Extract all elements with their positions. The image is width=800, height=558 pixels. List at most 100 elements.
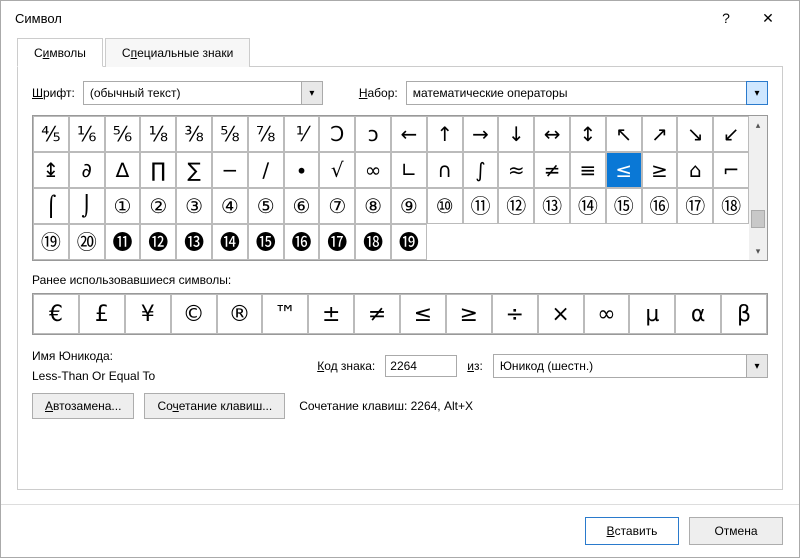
symbol-cell[interactable]: ≠ <box>534 152 570 188</box>
symbol-cell[interactable]: ∏ <box>140 152 176 188</box>
grid-scrollbar[interactable]: ▴ ▾ <box>749 116 767 260</box>
symbol-cell[interactable]: ① <box>105 188 141 224</box>
recent-symbol-cell[interactable]: α <box>675 294 721 334</box>
tab-symbols[interactable]: Символы <box>17 38 103 67</box>
symbol-cell[interactable]: ⑨ <box>391 188 427 224</box>
symbol-cell[interactable]: ⑪ <box>463 188 499 224</box>
symbol-cell[interactable]: ⑩ <box>427 188 463 224</box>
symbol-cell[interactable]: ⅟ <box>284 116 320 152</box>
symbol-cell[interactable]: ⑰ <box>677 188 713 224</box>
symbol-cell[interactable]: ∞ <box>355 152 391 188</box>
insert-button[interactable]: Вставить <box>585 517 679 545</box>
symbol-cell[interactable]: ③ <box>176 188 212 224</box>
recent-symbol-cell[interactable]: © <box>171 294 217 334</box>
from-input[interactable] <box>493 354 768 378</box>
symbol-cell[interactable]: ⑫ <box>498 188 534 224</box>
symbol-cell[interactable]: ⅞ <box>248 116 284 152</box>
font-input[interactable] <box>83 81 323 105</box>
recent-symbol-cell[interactable]: ± <box>308 294 354 334</box>
subset-select[interactable]: ▾ <box>406 81 768 105</box>
recent-symbol-cell[interactable]: ® <box>217 294 263 334</box>
symbol-cell[interactable]: → <box>463 116 499 152</box>
recent-symbol-cell[interactable]: £ <box>79 294 125 334</box>
symbol-cell[interactable]: ④ <box>212 188 248 224</box>
symbol-cell[interactable]: − <box>212 152 248 188</box>
autocorrect-button[interactable]: Автозамена... <box>32 393 134 419</box>
recent-symbol-cell[interactable]: β <box>721 294 767 334</box>
symbol-cell[interactable]: ⑭ <box>570 188 606 224</box>
symbol-cell[interactable]: ⌡ <box>69 188 105 224</box>
symbol-cell[interactable]: ⓰ <box>284 224 320 260</box>
symbol-cell[interactable]: ↙ <box>713 116 749 152</box>
symbol-cell[interactable]: ∑ <box>176 152 212 188</box>
recent-symbol-cell[interactable]: ≠ <box>354 294 400 334</box>
symbol-cell[interactable]: ∫ <box>463 152 499 188</box>
scroll-thumb[interactable] <box>751 210 765 228</box>
symbol-cell[interactable]: ⑧ <box>355 188 391 224</box>
scroll-up-button[interactable]: ▴ <box>749 116 767 134</box>
symbol-cell[interactable]: ⅙ <box>69 116 105 152</box>
recent-symbol-cell[interactable]: µ <box>629 294 675 334</box>
symbol-cell[interactable]: √ <box>319 152 355 188</box>
symbol-cell[interactable]: ↗ <box>642 116 678 152</box>
symbol-cell[interactable]: ⓱ <box>319 224 355 260</box>
subset-input[interactable] <box>406 81 768 105</box>
symbol-cell[interactable]: ⓭ <box>176 224 212 260</box>
symbol-cell[interactable]: ⓫ <box>105 224 141 260</box>
symbol-cell[interactable]: ⌠ <box>33 188 69 224</box>
recent-symbol-cell[interactable]: × <box>538 294 584 334</box>
symbol-cell[interactable]: ↘ <box>677 116 713 152</box>
symbol-cell[interactable]: ⓳ <box>391 224 427 260</box>
symbol-cell[interactable]: ⅚ <box>105 116 141 152</box>
scroll-down-button[interactable]: ▾ <box>749 242 767 260</box>
chevron-down-icon[interactable]: ▾ <box>746 81 768 105</box>
symbol-cell[interactable]: ↕ <box>570 116 606 152</box>
symbol-cell[interactable]: ⓮ <box>212 224 248 260</box>
symbol-cell[interactable]: ∕ <box>248 152 284 188</box>
symbol-cell[interactable]: ⓯ <box>248 224 284 260</box>
symbol-cell[interactable]: ⅝ <box>212 116 248 152</box>
symbol-cell[interactable]: ↖ <box>606 116 642 152</box>
symbol-cell[interactable]: Ↄ <box>319 116 355 152</box>
recent-symbol-cell[interactable]: ÷ <box>492 294 538 334</box>
symbol-cell[interactable]: ⅜ <box>176 116 212 152</box>
help-button[interactable]: ? <box>705 3 747 33</box>
tab-special-chars[interactable]: Специальные знаки <box>105 38 250 67</box>
symbol-cell[interactable]: ⓬ <box>140 224 176 260</box>
symbol-cell[interactable]: ⑲ <box>33 224 69 260</box>
symbol-cell[interactable]: ⌐ <box>713 152 749 188</box>
symbol-cell[interactable]: ⅛ <box>140 116 176 152</box>
symbol-cell[interactable]: ↨ <box>33 152 69 188</box>
symbol-cell[interactable]: ↄ <box>355 116 391 152</box>
symbol-cell[interactable]: ⑳ <box>69 224 105 260</box>
symbol-cell[interactable]: ⑤ <box>248 188 284 224</box>
recent-symbol-cell[interactable]: ¥ <box>125 294 171 334</box>
recent-symbol-cell[interactable]: ∞ <box>584 294 630 334</box>
symbol-cell[interactable]: ≥ <box>642 152 678 188</box>
symbol-cell[interactable]: ∙ <box>284 152 320 188</box>
recent-symbol-cell[interactable]: € <box>33 294 79 334</box>
recent-symbol-cell[interactable]: ≤ <box>400 294 446 334</box>
symbol-cell[interactable]: ≤ <box>606 152 642 188</box>
symbol-cell[interactable]: ⑬ <box>534 188 570 224</box>
chevron-down-icon[interactable]: ▾ <box>746 354 768 378</box>
recent-symbol-cell[interactable]: ≥ <box>446 294 492 334</box>
recent-symbol-cell[interactable]: ™ <box>262 294 308 334</box>
chevron-down-icon[interactable]: ▾ <box>301 81 323 105</box>
symbol-cell[interactable]: ∩ <box>427 152 463 188</box>
symbol-cell[interactable]: ∂ <box>69 152 105 188</box>
symbol-cell[interactable]: ⑱ <box>713 188 749 224</box>
char-code-input[interactable] <box>385 355 457 377</box>
close-button[interactable]: ✕ <box>747 3 789 33</box>
symbol-cell[interactable]: ⑥ <box>284 188 320 224</box>
symbol-cell[interactable]: ↑ <box>427 116 463 152</box>
symbol-cell[interactable]: ← <box>391 116 427 152</box>
symbol-cell[interactable]: ⑯ <box>642 188 678 224</box>
from-select[interactable]: ▾ <box>493 354 768 378</box>
symbol-cell[interactable]: ⑦ <box>319 188 355 224</box>
symbol-cell[interactable]: ∆ <box>105 152 141 188</box>
symbol-cell[interactable]: ⌂ <box>677 152 713 188</box>
symbol-cell[interactable]: ② <box>140 188 176 224</box>
font-select[interactable]: ▾ <box>83 81 323 105</box>
shortcut-key-button[interactable]: Сочетание клавиш... <box>144 393 285 419</box>
